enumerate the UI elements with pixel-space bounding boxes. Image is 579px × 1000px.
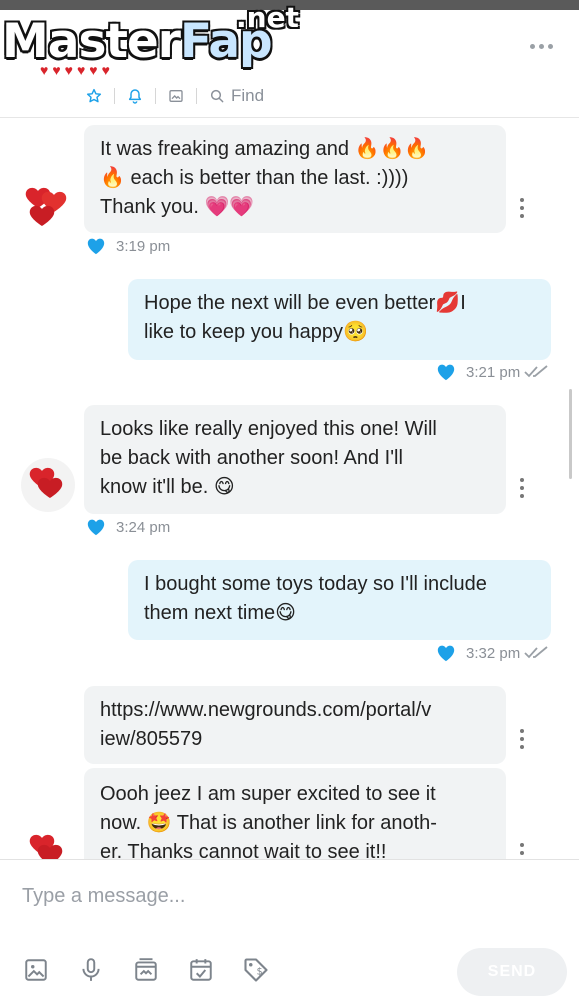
message-options-button[interactable] (518, 843, 526, 859)
sender-avatar[interactable] (20, 177, 76, 233)
message-meta: 3:24 pm (86, 518, 170, 536)
price-tag-icon: $ (244, 958, 268, 982)
image-icon (25, 959, 47, 981)
message-meta: 3:32 pm (436, 644, 550, 662)
sender-avatar[interactable] (20, 457, 76, 513)
image-icon (169, 90, 183, 102)
read-receipt-icon (524, 646, 548, 659)
message-composer: $ SEND (0, 859, 579, 1000)
like-heart-icon[interactable] (436, 644, 456, 662)
gallery-button[interactable] (156, 84, 196, 108)
message-bubble-incoming[interactable]: It was freaking amazing and 🔥🔥🔥 🔥 each i… (84, 125, 506, 233)
svg-text:$: $ (257, 967, 263, 978)
like-heart-icon[interactable] (86, 518, 106, 536)
notifications-button[interactable] (115, 84, 155, 108)
message-options-button[interactable] (518, 198, 526, 218)
message-bubble-outgoing[interactable]: Hope the next will be even better💋I like… (128, 279, 551, 360)
header-hearts-decoration: ♥♥♥♥♥♥ (40, 62, 114, 78)
favorite-button[interactable] (74, 84, 114, 108)
sender-avatar[interactable] (20, 824, 76, 859)
message-meta: 3:19 pm (86, 237, 170, 255)
chat-header: MasterFap .net ♥♥♥♥♥♥ Find (0, 1, 579, 118)
message-bubble-incoming[interactable]: https://www.newgrounds.com/portal/v iew/… (84, 686, 506, 764)
message-time: 3:24 pm (116, 518, 171, 536)
find-label: Find (231, 86, 265, 105)
set-price-button[interactable]: $ (242, 956, 270, 984)
watermark-logo: MasterFap .net (0, 1, 310, 90)
message-bubble-outgoing[interactable]: I bought some toys today so I'll include… (128, 560, 551, 640)
vault-button[interactable] (132, 956, 160, 984)
send-button[interactable]: SEND (457, 948, 567, 996)
message-time: 3:32 pm (466, 644, 521, 662)
message-options-button[interactable] (518, 478, 526, 498)
message-bubble-incoming[interactable]: Looks like really enjoyed this one! Will… (84, 405, 506, 514)
watermark-tld: .net (236, 1, 299, 34)
message-meta: 3:21 pm (436, 363, 550, 381)
read-receipt-icon (524, 365, 548, 378)
message-time: 3:19 pm (116, 237, 171, 255)
message-options-button[interactable] (518, 729, 526, 749)
like-heart-icon[interactable] (436, 363, 456, 381)
bell-icon (128, 89, 142, 104)
schedule-button[interactable] (187, 956, 215, 984)
search-icon (210, 89, 224, 103)
star-icon (86, 88, 102, 103)
hearts-avatar-icon (21, 458, 75, 512)
hearts-avatar-icon (25, 187, 67, 226)
watermark-text: MasterFap (2, 14, 273, 69)
more-options-button[interactable] (527, 38, 555, 54)
attach-image-button[interactable] (22, 956, 50, 984)
microphone-icon (82, 958, 100, 981)
hearts-avatar-icon (29, 834, 63, 859)
schedule-icon (190, 959, 212, 981)
message-bubble-incoming[interactable]: Oooh jeez I am super excited to see it n… (84, 768, 506, 859)
message-time: 3:21 pm (466, 363, 521, 381)
message-input[interactable] (0, 860, 579, 932)
like-heart-icon[interactable] (86, 237, 106, 255)
composer-toolbar: $ (22, 956, 270, 984)
scrollbar-thumb[interactable] (569, 389, 572, 479)
chat-toolbar: Find (74, 84, 276, 108)
voice-message-button[interactable] (77, 956, 105, 984)
find-button[interactable]: Find (197, 84, 276, 108)
media-vault-icon (135, 958, 157, 981)
message-list[interactable]: It was freaking amazing and 🔥🔥🔥 🔥 each i… (0, 119, 579, 859)
